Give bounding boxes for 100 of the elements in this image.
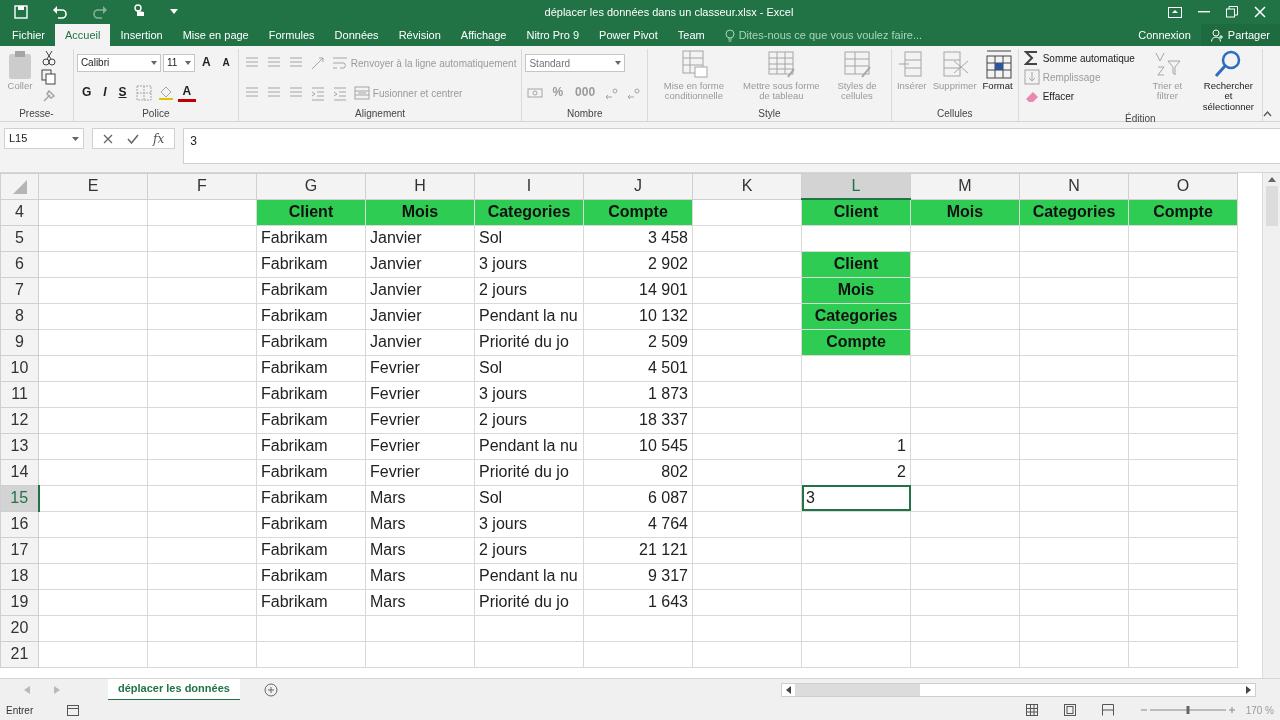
- row-header[interactable]: 11: [0, 381, 39, 407]
- active-cell[interactable]: 3: [801, 485, 911, 511]
- column-header[interactable]: G: [256, 173, 366, 199]
- italic-button[interactable]: I: [98, 85, 112, 101]
- collapse-ribbon-icon[interactable]: [1263, 111, 1272, 117]
- scroll-thumb[interactable]: [795, 683, 920, 696]
- row-header[interactable]: 9: [0, 329, 39, 355]
- name-box[interactable]: L15: [4, 128, 84, 149]
- ribbon-tab[interactable]: Mise en page: [172, 24, 259, 46]
- format-button[interactable]: Format: [980, 49, 1015, 92]
- slider-thumb[interactable]: [1186, 706, 1190, 714]
- column-header[interactable]: I: [474, 173, 584, 199]
- table-cell: Mars: [365, 511, 475, 537]
- table-cell: Fabrikam: [256, 355, 366, 381]
- save-icon[interactable]: [14, 5, 28, 19]
- sign-in-link[interactable]: Connexion: [1128, 24, 1201, 46]
- scroll-left-icon[interactable]: [786, 685, 791, 694]
- shrink-font-button[interactable]: A: [217, 56, 235, 70]
- column-header[interactable]: M: [910, 173, 1020, 199]
- autosum-button[interactable]: Somme automatique: [1021, 49, 1137, 67]
- page-layout-icon[interactable]: [1063, 704, 1076, 716]
- ribbon-tab[interactable]: Accueil: [55, 24, 111, 46]
- row-header[interactable]: 13: [0, 433, 39, 459]
- formula-input[interactable]: 3: [183, 128, 1280, 164]
- row-header[interactable]: 4: [0, 199, 39, 225]
- caret-icon: [72, 136, 79, 141]
- bold-button[interactable]: G: [76, 85, 97, 101]
- column-header[interactable]: L: [801, 173, 911, 199]
- page-break-icon[interactable]: [1101, 704, 1114, 716]
- column-header[interactable]: H: [365, 173, 475, 199]
- ribbon-tab[interactable]: Team: [667, 24, 715, 46]
- scroll-right-icon[interactable]: [1246, 685, 1251, 694]
- zoom-slider[interactable]: [1139, 705, 1236, 715]
- ribbon-tab[interactable]: Formules: [258, 24, 325, 46]
- table-cell: Mois: [910, 199, 1020, 225]
- find-select-button[interactable]: Rechercher et sélectionner: [1197, 49, 1259, 113]
- ribbon-tab[interactable]: Nitro Pro 9: [516, 24, 590, 46]
- ribbon-tab[interactable]: Fichier: [2, 24, 55, 46]
- table-cell: Fabrikam: [256, 459, 366, 485]
- table-cell: 4 764: [583, 511, 693, 537]
- column-header[interactable]: K: [692, 173, 802, 199]
- insert-function-button[interactable]: fx: [153, 129, 165, 148]
- table-cell: 802: [583, 459, 693, 485]
- row-header[interactable]: 18: [0, 563, 39, 589]
- row-header[interactable]: 5: [0, 225, 39, 251]
- table-cell: Categories: [1019, 199, 1129, 225]
- add-sheet-icon[interactable]: [263, 682, 278, 697]
- previous-sheet-icon[interactable]: [24, 685, 30, 694]
- grow-font-button[interactable]: A: [196, 55, 216, 71]
- table-cell: Mars: [365, 485, 475, 511]
- select-all-icon[interactable]: [12, 180, 27, 194]
- font-color-button[interactable]: A: [177, 83, 197, 103]
- sheet-tab[interactable]: déplacer les données: [108, 678, 240, 701]
- ribbon-tab[interactable]: Révision: [388, 24, 451, 46]
- row-header[interactable]: 12: [0, 407, 39, 433]
- row-header[interactable]: 7: [0, 277, 39, 303]
- scroll-up-icon[interactable]: [1267, 177, 1276, 182]
- ribbon-tab[interactable]: Insertion: [110, 24, 173, 46]
- column-header[interactable]: E: [38, 173, 148, 199]
- clear-button[interactable]: Effacer: [1021, 87, 1137, 105]
- column-header[interactable]: F: [147, 173, 257, 199]
- caret-icon: [615, 61, 622, 65]
- macro-record-icon[interactable]: [67, 704, 80, 716]
- cut-button[interactable]: [39, 49, 59, 67]
- share-button[interactable]: Partager: [1200, 24, 1280, 46]
- horizontal-scrollbar[interactable]: [781, 682, 1256, 697]
- table-cell: Pendant la nu: [474, 563, 584, 589]
- undo-icon[interactable]: [52, 5, 68, 19]
- ribbon-tab[interactable]: Power Pivot: [589, 24, 668, 46]
- ribbon-tab[interactable]: Affichage: [450, 24, 517, 46]
- column-header[interactable]: O: [1128, 173, 1238, 199]
- row-header[interactable]: 8: [0, 303, 39, 329]
- group-label: Police: [141, 107, 171, 121]
- table-cell: Fabrikam: [256, 329, 366, 355]
- row-header[interactable]: 14: [0, 459, 39, 485]
- next-sheet-icon[interactable]: [54, 685, 60, 694]
- tell-me-field[interactable]: Dites-nous ce que vous voulez faire...: [714, 24, 933, 46]
- customize-caret-icon[interactable]: [170, 9, 178, 15]
- copy-button[interactable]: [39, 68, 59, 86]
- merge-cells-icon: [353, 85, 370, 101]
- row-header[interactable]: 15: [0, 485, 39, 511]
- normal-view-icon[interactable]: [1025, 704, 1038, 716]
- row-header[interactable]: 10: [0, 355, 39, 381]
- table-cell: 18 337: [583, 407, 693, 433]
- ribbon-tab[interactable]: Données: [324, 24, 389, 46]
- underline-button[interactable]: S: [113, 85, 132, 101]
- row-header[interactable]: 6: [0, 251, 39, 277]
- font-field[interactable]: Calibri: [76, 53, 161, 72]
- check-icon[interactable]: [127, 133, 139, 144]
- redo-icon[interactable]: [92, 5, 108, 19]
- cancel-icon[interactable]: [103, 133, 113, 144]
- font-size-field[interactable]: 11: [162, 53, 195, 72]
- vertical-scrollbar[interactable]: [1262, 173, 1280, 678]
- row-header[interactable]: 20: [0, 615, 39, 641]
- row-header[interactable]: 16: [0, 511, 39, 537]
- row-header[interactable]: 21: [0, 641, 39, 667]
- column-header[interactable]: J: [583, 173, 693, 199]
- row-header[interactable]: 17: [0, 537, 39, 563]
- row-header[interactable]: 19: [0, 589, 39, 615]
- column-header[interactable]: N: [1019, 173, 1129, 199]
